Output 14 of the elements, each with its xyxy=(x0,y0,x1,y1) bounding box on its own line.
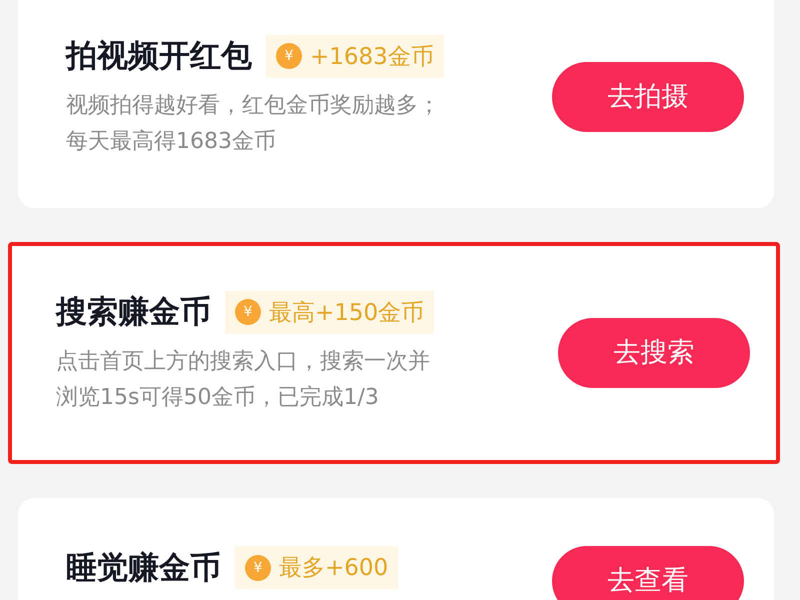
reward-text: 最高+150金币 xyxy=(269,298,424,328)
coin-icon: ¥ xyxy=(245,554,271,580)
task-description: 点击首页上方的搜索入口，搜索一次并浏览15s可得50金币，已完成1/3 xyxy=(56,348,431,412)
task-title: 拍视频开红包 xyxy=(66,37,252,76)
task-title: 搜索赚金币 xyxy=(56,293,211,332)
task-title: 睡觉赚金币 xyxy=(66,548,221,588)
task-button[interactable]: 去拍摄 xyxy=(552,62,744,132)
reward-text: 最多+600 xyxy=(279,554,388,583)
coin-icon: ¥ xyxy=(235,299,261,325)
reward-text: +1683金币 xyxy=(310,42,434,72)
coin-icon: ¥ xyxy=(276,43,302,69)
task-button[interactable]: 去查看 xyxy=(552,546,744,600)
task-button[interactable]: 去搜索 xyxy=(558,318,750,388)
task-description: 视频拍得越好看，红包金币奖励越多；每天最高得1683金币 xyxy=(66,92,441,156)
